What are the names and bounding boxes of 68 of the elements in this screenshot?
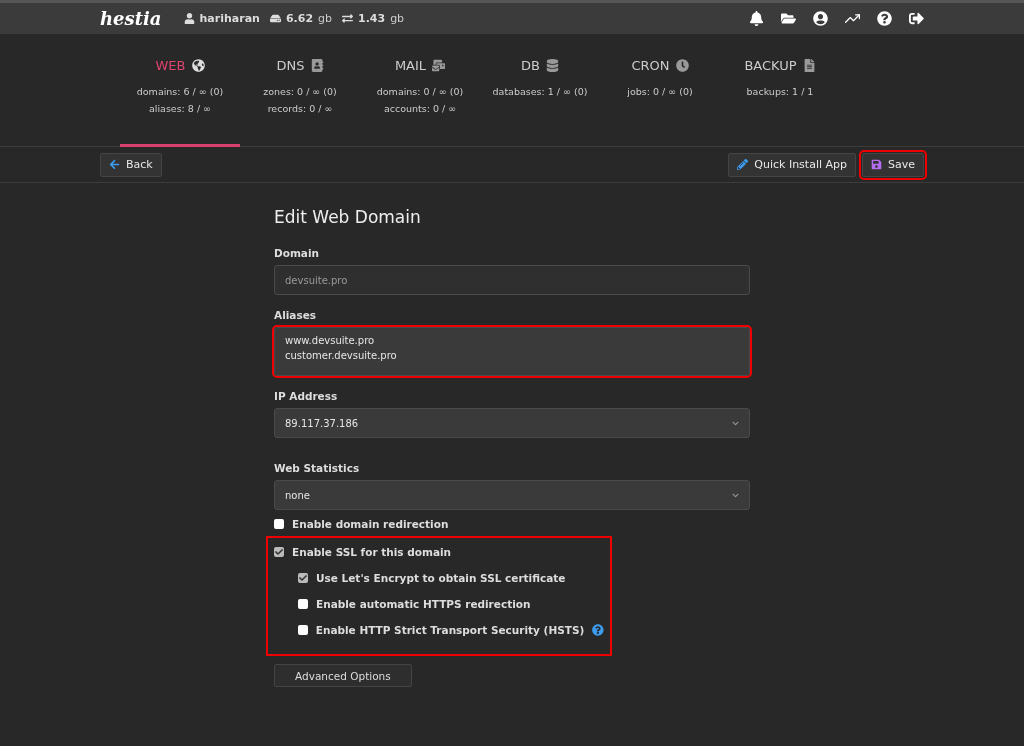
checkbox-label: Use Let's Encrypt to obtain SSL certificate (316, 572, 566, 584)
checkbox-label: Enable automatic HTTPS redirection (316, 598, 531, 610)
checkbox-label: Enable domain redirection (292, 518, 449, 530)
chevron-down-icon (732, 419, 739, 427)
tab-label: DNS (276, 58, 305, 73)
tab-stat: domains: 6 / ∞ (0) (136, 85, 224, 99)
tab-label: CRON (631, 58, 670, 73)
disk-usage: 6.62 (285, 12, 314, 25)
field-label: Aliases (274, 309, 318, 321)
folder-icon[interactable] (781, 11, 796, 26)
tab-stat: backups: 1 / 1 (746, 85, 814, 99)
book-icon (310, 59, 324, 72)
arrow-left-icon (109, 159, 120, 170)
tab-stat: domains: 0 / ∞ (0) (376, 85, 464, 99)
tab-stat: accounts: 0 / ∞ (383, 102, 457, 116)
save-icon (871, 159, 882, 170)
checkbox[interactable] (298, 599, 308, 609)
nav-tab[interactable]: CRON jobs: 0 / ∞ (0) (600, 34, 720, 147)
chart-icon[interactable] (845, 11, 860, 26)
checkbox[interactable] (298, 573, 308, 583)
tab-label: MAIL (394, 58, 427, 73)
bandwidth-unit: gb (390, 12, 405, 25)
mail-icon (432, 59, 446, 72)
clock-icon (675, 59, 689, 72)
field-label: IP Address (274, 390, 339, 402)
select-field[interactable]: none (274, 480, 750, 510)
tab-stat: jobs: 0 / ∞ (0) (627, 85, 693, 99)
select-field[interactable]: 89.117.37.186 (274, 408, 750, 438)
nav-tab[interactable]: WEB domains: 6 / ∞ (0) aliases: 8 / ∞ (120, 34, 240, 147)
username: hariharan (199, 12, 260, 25)
textarea-field[interactable]: www.devsuite.pro customer.devsuite.pro (274, 327, 750, 376)
help-icon[interactable] (592, 624, 604, 636)
save-button[interactable]: Save (862, 152, 924, 177)
logo[interactable]: hestia (100, 8, 162, 29)
chevron-down-icon (732, 491, 739, 499)
nav-tab[interactable]: MAIL domains: 0 / ∞ (0) accounts: 0 / ∞ (360, 34, 480, 147)
field-label: Web Statistics (274, 462, 361, 474)
globe-icon (191, 59, 205, 72)
bell-icon[interactable] (749, 11, 764, 26)
page-title: Edit Web Domain (274, 207, 422, 227)
nav-tab[interactable]: DNS zones: 0 / ∞ (0) records: 0 / ∞ (240, 34, 360, 147)
quick-install-button[interactable]: Quick Install App (728, 152, 856, 177)
user-icon (183, 13, 195, 24)
tab-stat: zones: 0 / ∞ (0) (263, 85, 337, 99)
tab-stat: databases: 1 / ∞ (0) (492, 85, 588, 99)
tab-label: BACKUP (744, 58, 797, 73)
tab-stat: records: 0 / ∞ (267, 102, 333, 116)
pencil-icon (737, 159, 749, 170)
transfer-icon (342, 13, 353, 24)
tab-label: DB (521, 58, 540, 73)
tab-label: WEB (155, 58, 186, 73)
logout-icon[interactable] (909, 11, 924, 26)
nav-tab[interactable]: BACKUP backups: 1 / 1 (720, 34, 840, 147)
checkbox[interactable] (274, 547, 284, 557)
help-icon[interactable] (877, 11, 892, 26)
field-label: Domain (274, 247, 321, 259)
database-icon (545, 59, 559, 72)
disk-unit: gb (318, 12, 332, 25)
tab-stat: aliases: 8 / ∞ (148, 102, 212, 116)
checkbox[interactable] (298, 625, 308, 635)
checkbox[interactable] (274, 519, 284, 529)
advanced-options-button[interactable]: Advanced Options (274, 664, 412, 687)
bandwidth-usage: 1.43 (358, 12, 386, 25)
nav-tab[interactable]: DB databases: 1 / ∞ (0) (480, 34, 600, 147)
back-button[interactable]: Back (100, 152, 162, 177)
checkbox-label: Enable SSL for this domain (292, 546, 452, 558)
file-icon (802, 59, 816, 72)
checkbox-label: Enable HTTP Strict Transport Security (HSTS) (315, 624, 585, 636)
